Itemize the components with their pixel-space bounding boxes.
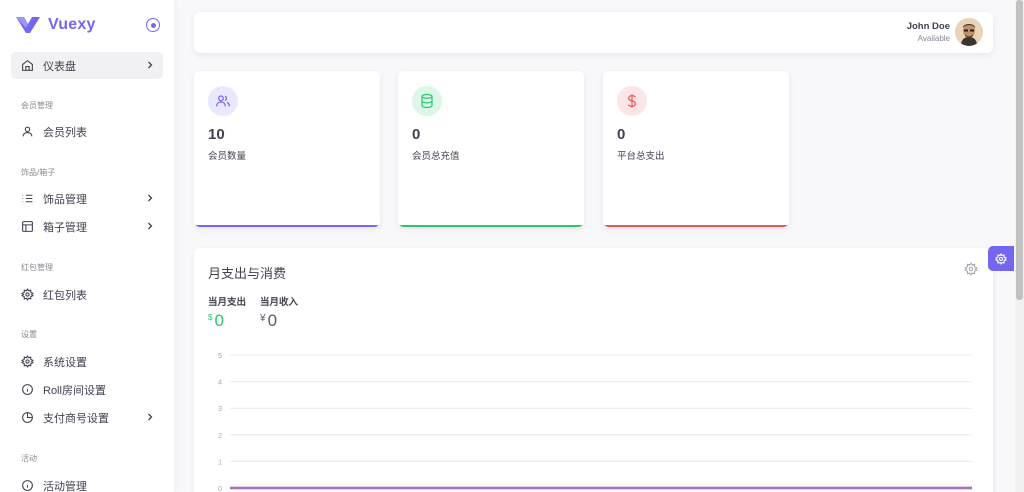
info-icon [20,479,34,492]
users-icon [208,86,238,116]
sidebar-item-member-list[interactable]: 会员列表 [11,118,163,145]
sidebar-item-label: 系统设置 [43,356,87,369]
pie-chart-icon [20,411,34,425]
gear-icon [20,288,34,302]
income-value: ¥0 [260,311,277,331]
home-icon [20,59,34,73]
user-name[interactable]: John Doe [907,21,950,32]
sidebar-item-redpacket-list[interactable]: 红包列表 [11,281,163,308]
list-icon [20,192,34,206]
sidebar-item-activity-management[interactable]: 活动管理 [11,472,163,492]
user-status: Available [917,34,950,43]
stat-label: 会员总充值 [412,151,460,162]
gear-icon [20,355,34,369]
chart-title: 月支出与消费 [208,266,287,281]
database-icon [412,86,442,116]
stat-card-total-recharge: 0 会员总充值 [398,71,584,227]
sidebar-section-title: 活动 [21,454,37,463]
stat-card-platform-expense: 0 平台总支出 [603,71,789,227]
top-navbar: John Doe Available [194,12,993,53]
chevron-right-icon [148,194,153,202]
expense-amount: 0 [214,311,224,330]
sidebar-item-item-management[interactable]: 饰品管理 [11,185,163,212]
stat-label: 会员数量 [208,151,247,162]
sidebar-section-title: 会员管理 [21,101,53,110]
income-amount: 0 [267,311,278,330]
chevron-right-icon [148,413,153,421]
sidebar-item-label: 活动管理 [43,480,87,492]
stat-card-members: 10 会员数量 [194,71,380,227]
user-icon [20,125,34,139]
page-scrollbar-thumb[interactable] [1016,0,1023,300]
gear-icon[interactable] [964,262,978,276]
stat-label: 平台总支出 [617,151,665,162]
stat-accent-bar [603,225,789,227]
line-chart: 0 1 2 3 4 5 [218,353,972,492]
gear-icon [995,252,1007,265]
chevron-right-icon [148,61,153,69]
sidebar-item-dashboard[interactable]: 仪表盘 [11,52,163,79]
income-label: 当月收入 [260,297,299,308]
y-tick-label: 2 [218,433,222,440]
sidebar-item-system-settings[interactable]: 系统设置 [11,348,163,375]
sidebar-item-label: 饰品管理 [43,193,87,206]
layout-icon [20,220,34,234]
sidebar-item-label: 箱子管理 [43,221,87,234]
sidebar-item-box-management[interactable]: 箱子管理 [11,213,163,240]
stat-accent-bar [194,225,380,227]
sidebar-item-payment-merchant-settings[interactable]: 支付商号设置 [11,404,163,431]
brand[interactable]: Vuexy [16,14,96,36]
sidebar-section-title: 红包管理 [21,263,53,272]
sidebar-item-label: 会员列表 [43,126,87,139]
vuexy-logo-icon [16,17,40,33]
stat-accent-bar [398,225,584,227]
sidebar-collapse-button[interactable] [146,18,160,32]
y-tick-label: 1 [218,459,222,466]
chevron-right-icon [148,222,153,230]
stat-value: 0 [412,126,421,143]
y-tick-label: 4 [218,380,222,387]
info-icon [20,383,34,397]
sidebar: Vuexy 仪表盘 会员管理 会员列表 饰品/箱子 饰品管理 箱子管理 红包管理 [0,0,174,492]
sidebar-section-title: 饰品/箱子 [21,168,56,177]
expense-value: $0 [208,311,224,331]
avatar[interactable] [955,18,983,46]
sidebar-item-roll-room-settings[interactable]: Roll房间设置 [11,376,163,403]
brand-name: Vuexy [48,16,96,33]
sidebar-section-title: 设置 [21,330,37,339]
sidebar-item-label: 支付商号设置 [43,412,109,425]
expense-label: 当月支出 [208,297,247,308]
sidebar-item-label: 红包列表 [43,289,87,302]
dollar-icon [617,86,647,116]
expense-currency: $ [208,313,213,322]
stat-value: 0 [617,126,626,143]
y-tick-label: 3 [218,406,222,413]
sidebar-item-label: Roll房间设置 [43,384,106,397]
sidebar-item-label: 仪表盘 [43,60,76,73]
y-tick-label: 5 [218,353,222,360]
customizer-toggle-button[interactable] [988,246,1014,271]
y-tick-label: 0 [218,486,222,492]
monthly-chart-card: 月支出与消费 当月支出 $0 当月收入 ¥0 0 1 2 3 4 5 [194,248,993,492]
stat-value: 10 [208,126,225,143]
income-currency: ¥ [260,313,266,324]
